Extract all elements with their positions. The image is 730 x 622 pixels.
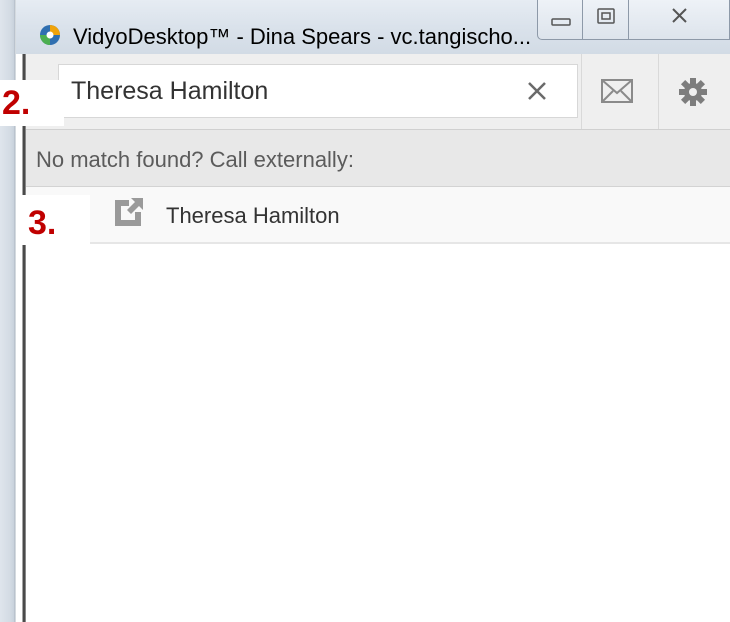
minimize-button[interactable] xyxy=(537,0,583,40)
close-icon xyxy=(672,8,687,23)
minimize-icon xyxy=(551,18,571,26)
window-controls xyxy=(537,0,730,42)
window-title: VidyoDesktop™ - Dina Spears - vc.tangisc… xyxy=(73,24,532,49)
clear-x-icon[interactable] xyxy=(524,78,550,104)
step-2-annotation: 2. xyxy=(0,80,64,126)
no-match-header: No match found? Call externally: xyxy=(26,130,730,187)
gear-icon xyxy=(679,78,707,106)
maximize-icon xyxy=(597,8,615,24)
no-match-text: No match found? Call externally: xyxy=(36,147,354,172)
external-call-result[interactable]: Theresa Hamilton xyxy=(26,187,730,244)
search-box[interactable] xyxy=(58,64,578,118)
search-toolbar xyxy=(26,54,730,130)
vidyo-app-icon xyxy=(40,25,60,45)
envelope-icon xyxy=(601,79,633,103)
step-3-annotation: 3. xyxy=(16,195,90,245)
external-call-icon xyxy=(115,198,143,226)
results-empty-area xyxy=(26,244,730,622)
settings-button[interactable] xyxy=(659,54,730,129)
maximize-button[interactable] xyxy=(583,0,629,40)
messages-button[interactable] xyxy=(582,54,658,129)
close-button[interactable] xyxy=(629,0,730,40)
result-name: Theresa Hamilton xyxy=(166,203,340,228)
search-input[interactable] xyxy=(71,73,501,109)
